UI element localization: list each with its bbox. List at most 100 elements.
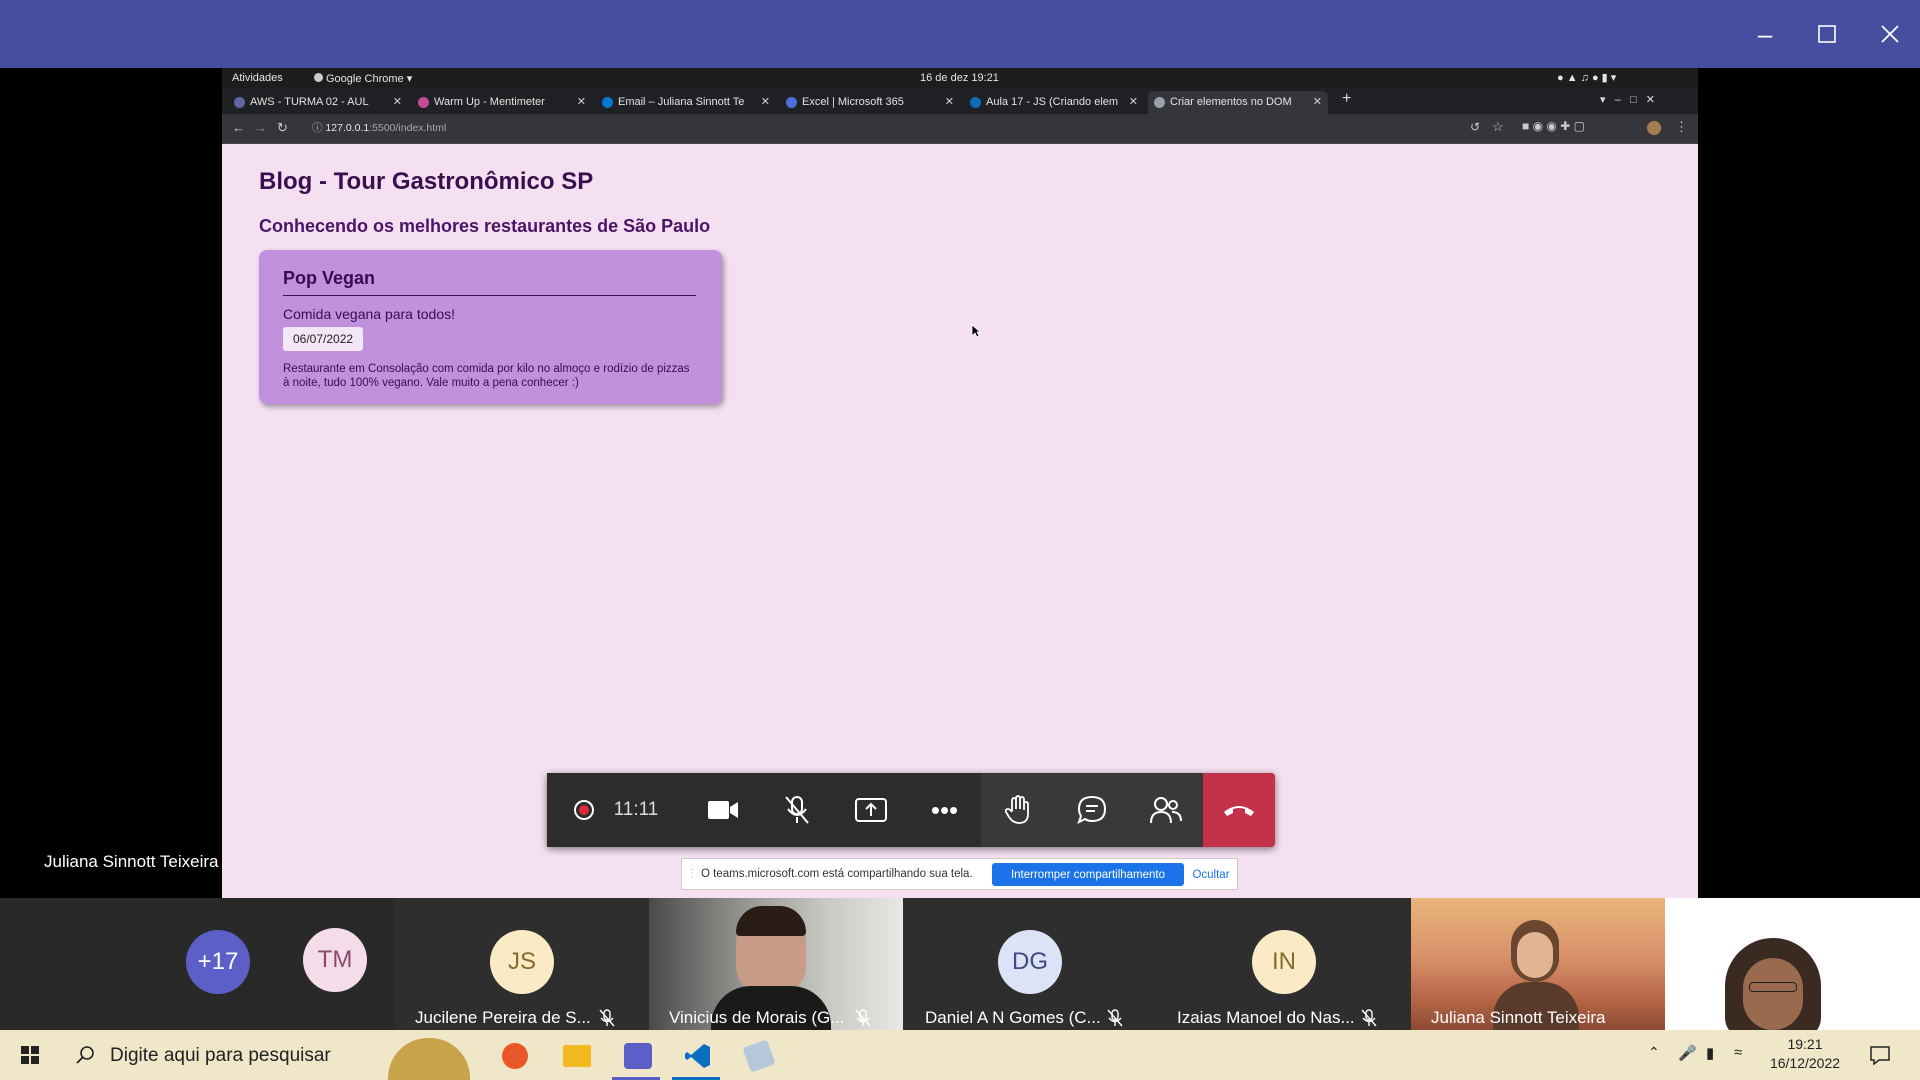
blog-subtitle: Conhecendo os melhores restaurantes de S…: [259, 216, 711, 236]
participant-tile[interactable]: IN Izaias Manoel do Nas...: [1157, 898, 1411, 1030]
back-icon[interactable]: ←: [232, 120, 245, 135]
paint-icon[interactable]: [742, 1039, 776, 1073]
participant-tile[interactable]: JS Jucilene Pereira de S...: [395, 898, 649, 1030]
firefox-icon[interactable]: [502, 1043, 528, 1069]
search-placeholder: Digite aqui para pesquisar: [110, 1045, 331, 1066]
tab-close-icon[interactable]: ✕: [1129, 91, 1138, 114]
tab-close-icon[interactable]: ✕: [393, 91, 402, 114]
extension-icons[interactable]: ■ ◉ ◉ ✚ ▢: [1522, 119, 1585, 133]
share-screen-button[interactable]: [834, 773, 907, 847]
taskbar-clock[interactable]: 19:21 16/12/2022: [1762, 1036, 1848, 1071]
window-controls-icons[interactable]: ▾ – □ ✕: [1600, 93, 1655, 106]
teams-title-bar: –: [0, 0, 1920, 68]
app-menu[interactable]: Google Chrome ▾: [314, 72, 412, 85]
recording-indicator: 11:11: [547, 773, 685, 847]
self-video-tile[interactable]: [1665, 898, 1920, 1030]
tab-close-icon[interactable]: ✕: [577, 91, 586, 114]
avatar-tm[interactable]: TM: [303, 928, 367, 992]
participant-video-tile[interactable]: Vinicius de Morais (G...: [649, 898, 903, 1030]
taskbar-search-box[interactable]: Digite aqui para pesquisar: [62, 1030, 472, 1080]
tab-mentimeter[interactable]: Warm Up - Mentimeter ✕: [412, 91, 592, 114]
minimize-icon[interactable]: –: [1745, 14, 1785, 54]
reload-icon[interactable]: ↻: [277, 120, 288, 136]
overflow-count[interactable]: +17: [186, 930, 250, 994]
participant-name: Izaias Manoel do Nas...: [1177, 1008, 1355, 1027]
menu-kebab-icon[interactable]: ⋮: [1675, 119, 1688, 135]
profile-avatar[interactable]: [1647, 121, 1661, 135]
tray-mic-icon[interactable]: 🎤: [1678, 1044, 1697, 1062]
mic-muted-icon: [599, 1009, 615, 1027]
restaurant-card: Pop Vegan Comida vegana para todos! 06/0…: [259, 250, 722, 404]
notification-icon[interactable]: [1869, 1044, 1891, 1066]
record-icon: [573, 800, 594, 820]
participants-strip: +17 TM JS Jucilene Pereira de S... Vinic…: [0, 898, 1920, 1030]
system-tray-icons[interactable]: ● ▲ ♫ ● ▮ ▾: [1557, 71, 1616, 84]
more-options-button[interactable]: •••: [908, 773, 981, 847]
close-icon[interactable]: [1870, 14, 1910, 54]
chrome-icon: [314, 73, 323, 82]
star-icon[interactable]: ☆: [1492, 119, 1504, 135]
tab-excel[interactable]: Excel | Microsoft 365 ✕: [780, 91, 960, 114]
mic-button[interactable]: [760, 773, 833, 847]
self-video: [1743, 958, 1803, 1030]
tab-close-icon[interactable]: ✕: [1313, 91, 1322, 114]
new-tab-icon[interactable]: +: [1342, 90, 1351, 108]
participant-video-tile[interactable]: Juliana Sinnott Teixeira: [1411, 898, 1665, 1030]
maximize-icon[interactable]: [1807, 14, 1847, 54]
participant-name: Daniel A N Gomes (C...: [925, 1008, 1101, 1027]
participant-overflow-tile[interactable]: +17 TM: [0, 898, 395, 1030]
right-margin: [1698, 68, 1920, 898]
camera-icon: [707, 801, 738, 819]
meeting-controls-bar: 11:11 •••: [547, 773, 1275, 847]
tab-close-icon[interactable]: ✕: [945, 91, 954, 114]
participant-name: Jucilene Pereira de S...: [415, 1008, 591, 1027]
hide-button[interactable]: Ocultar: [1188, 863, 1234, 886]
gnome-top-bar: Atividades Google Chrome ▾ 16 de dez 19:…: [222, 68, 1698, 88]
chat-button[interactable]: [1055, 773, 1129, 847]
participants-button[interactable]: [1129, 773, 1203, 847]
wifi-icon[interactable]: ≈: [1734, 1044, 1742, 1061]
participant-tile[interactable]: DG Daniel A N Gomes (C...: [903, 898, 1157, 1030]
file-explorer-icon[interactable]: [563, 1045, 591, 1067]
tab-criar-elementos[interactable]: Criar elementos no DOM ✕: [1148, 91, 1328, 114]
tray-chevron-icon[interactable]: ⌃: [1648, 1044, 1660, 1061]
avatar-dg: DG: [998, 930, 1062, 994]
vscode-icon[interactable]: [685, 1043, 711, 1069]
camera-button[interactable]: [686, 773, 759, 847]
url-bar[interactable]: ⓘ 127.0.0.1:5500/index.html: [312, 118, 1552, 138]
stop-sharing-button[interactable]: Interromper compartilhamento: [992, 863, 1184, 886]
tab-aula17[interactable]: Aula 17 - JS (Criando elem ✕: [964, 91, 1144, 114]
windows-start-icon[interactable]: [21, 1046, 39, 1064]
card-date: 06/07/2022: [283, 327, 364, 351]
tab-close-icon[interactable]: ✕: [761, 91, 770, 114]
tab-aws[interactable]: AWS - TURMA 02 - AUL ✕: [228, 91, 408, 114]
battery-icon[interactable]: ▮: [1706, 1044, 1714, 1062]
people-icon: [1150, 797, 1182, 824]
forward-icon[interactable]: →: [254, 120, 267, 135]
meeting-timer: 11:11: [613, 799, 659, 820]
mic-off-icon: [784, 796, 809, 824]
url-host: 127.0.0.1: [325, 122, 370, 134]
participant-hair: [736, 906, 806, 936]
teams-icon[interactable]: [624, 1043, 652, 1069]
tab-label: Criar elementos no DOM: [1170, 96, 1292, 108]
card-description: Restaurante em Consolação com comida por…: [283, 363, 690, 389]
tab-email[interactable]: Email – Juliana Sinnott Te ✕: [596, 91, 776, 114]
outlook-favicon-icon: [602, 97, 613, 108]
share-icon[interactable]: ↺: [1470, 120, 1480, 134]
participant-name: Vinicius de Morais (G...: [669, 1008, 845, 1027]
mic-muted-icon: [1361, 1009, 1377, 1027]
activities-button[interactable]: Atividades: [232, 72, 283, 84]
raise-hand-button[interactable]: [981, 773, 1055, 847]
onedrive-favicon-icon: [970, 97, 981, 108]
ellipsis-icon: •••: [930, 794, 959, 825]
taskbar-time: 19:21: [1787, 1036, 1823, 1052]
mouse-cursor-icon: [971, 324, 981, 338]
hang-up-icon: [1224, 806, 1254, 816]
gnome-clock[interactable]: 16 de dez 19:21: [920, 72, 999, 84]
share-notice-text: O teams.microsoft.com está compartilhand…: [701, 868, 973, 880]
drag-handle-icon[interactable]: ⋮: [687, 868, 697, 879]
glasses-icon: [1749, 982, 1797, 992]
globe-favicon-icon: [1154, 97, 1165, 108]
leave-call-button[interactable]: [1203, 773, 1275, 847]
